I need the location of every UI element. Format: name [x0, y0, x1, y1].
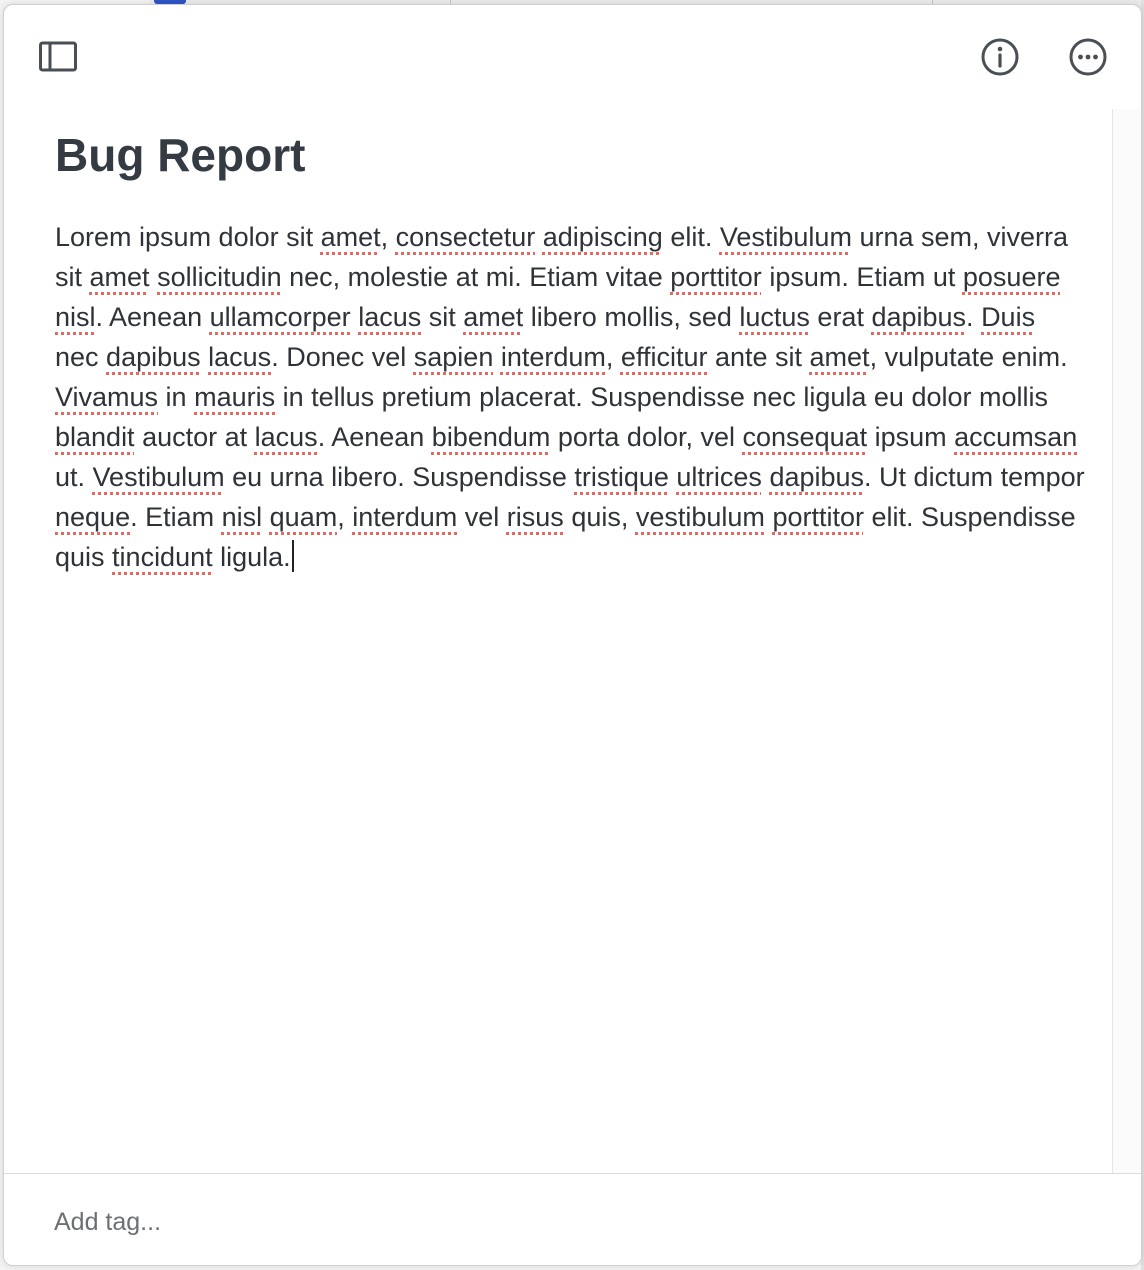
misspelled-word: dapibus — [769, 462, 865, 492]
misspelled-word: Vivamus — [55, 382, 159, 412]
body-text: . Aenean — [95, 302, 210, 332]
body-text: elit. — [662, 222, 720, 252]
misspelled-word: mauris — [194, 382, 276, 412]
body-text: . Donec vel — [271, 342, 414, 372]
misspelled-word: sollicitudin — [157, 262, 282, 292]
body-text: auctor at — [134, 422, 255, 452]
misspelled-word: Vestibulum — [719, 222, 852, 252]
text-cursor — [291, 540, 294, 572]
body-text — [262, 502, 270, 532]
body-text: in — [158, 382, 195, 412]
body-text: in tellus pretium placerat. Suspendisse … — [275, 382, 1056, 412]
misspelled-word: blandit — [55, 422, 135, 452]
misspelled-word: sapien — [413, 342, 494, 372]
misspelled-word: amet — [89, 262, 150, 292]
misspelled-word: lacus — [254, 422, 318, 452]
body-text: . — [966, 302, 982, 332]
note-window: Bug Report Lorem ipsum dolor sit amet, c… — [3, 4, 1142, 1266]
misspelled-word: nisl — [221, 502, 263, 532]
body-text: ipsum — [867, 422, 955, 452]
misspelled-word: neque — [55, 502, 131, 532]
body-text: nec, molestie at mi. Etiam vitae — [281, 262, 671, 292]
misspelled-word: tincidunt — [112, 542, 213, 572]
body-text: ante sit — [707, 342, 810, 372]
body-text: , — [605, 342, 621, 372]
toolbar — [4, 5, 1141, 109]
sidebar-toggle-icon — [39, 41, 77, 72]
body-text: , vulputate enim. — [869, 342, 1076, 372]
misspelled-word: amet — [320, 222, 381, 252]
misspelled-word: dapibus — [871, 302, 967, 332]
misspelled-word: Duis — [981, 302, 1036, 332]
misspelled-word: luctus — [739, 302, 810, 332]
more-options-icon — [1069, 38, 1107, 76]
misspelled-word: amet — [809, 342, 870, 372]
misspelled-word: dapibus — [106, 342, 201, 372]
misspelled-word: porttitor — [772, 502, 864, 532]
misspelled-word: vestibulum — [635, 502, 765, 532]
body-text — [493, 342, 501, 372]
misspelled-word: efficitur — [620, 342, 708, 372]
misspelled-word: bibendum — [431, 422, 551, 452]
misspelled-word: porttitor — [670, 262, 762, 292]
info-button[interactable] — [978, 35, 1022, 79]
misspelled-word: ullamcorper — [209, 302, 351, 332]
misspelled-word: Vestibulum — [92, 462, 225, 492]
misspelled-word: risus — [506, 502, 564, 532]
body-text — [1060, 262, 1068, 292]
misspelled-word: interdum — [500, 342, 606, 372]
body-text: ligula. — [212, 542, 291, 572]
misspelled-word: posuere — [962, 262, 1061, 292]
sidebar-toggle-button[interactable] — [36, 35, 80, 79]
body-text: , — [380, 222, 396, 252]
misspelled-word: consectetur — [395, 222, 536, 252]
body-text: vel — [457, 502, 507, 532]
misspelled-word: accumsan — [954, 422, 1078, 452]
body-text: . Ut dictum tempor — [864, 462, 1093, 492]
misspelled-word: lacus — [208, 342, 272, 372]
body-text: sit — [421, 302, 464, 332]
body-text: libero mollis, sed — [523, 302, 740, 332]
body-text — [150, 262, 158, 292]
info-icon — [981, 38, 1019, 76]
body-text: quis, — [563, 502, 636, 532]
misspelled-word: tristique — [574, 462, 669, 492]
add-tag-input[interactable] — [54, 1202, 654, 1242]
misspelled-word: adipiscing — [542, 222, 663, 252]
body-text: ipsum. Etiam ut — [761, 262, 963, 292]
body-text: erat — [809, 302, 872, 332]
misspelled-word: consequat — [742, 422, 868, 452]
body-text: porta dolor, vel — [550, 422, 743, 452]
tag-bar — [4, 1173, 1141, 1265]
misspelled-word: nisl — [55, 302, 96, 332]
misspelled-word: quam — [269, 502, 338, 532]
note-body[interactable]: Lorem ipsum dolor sit amet, consectetur … — [55, 217, 1085, 577]
note-editor[interactable]: Bug Report Lorem ipsum dolor sit amet, c… — [4, 109, 1112, 1173]
body-text: Lorem ipsum dolor sit — [55, 222, 321, 252]
scrollbar-track[interactable] — [1112, 109, 1141, 1173]
more-options-button[interactable] — [1066, 35, 1110, 79]
misspelled-word: ultrices — [676, 462, 762, 492]
body-text — [535, 222, 543, 252]
body-text: . Etiam — [130, 502, 222, 532]
body-text: eu urna libero. Suspendisse — [224, 462, 575, 492]
body-text: , — [337, 502, 353, 532]
misspelled-word: interdum — [352, 502, 458, 532]
body-text: . Aenean — [317, 422, 432, 452]
misspelled-word: lacus — [358, 302, 422, 332]
note-title[interactable]: Bug Report — [55, 127, 305, 183]
misspelled-word: amet — [463, 302, 524, 332]
